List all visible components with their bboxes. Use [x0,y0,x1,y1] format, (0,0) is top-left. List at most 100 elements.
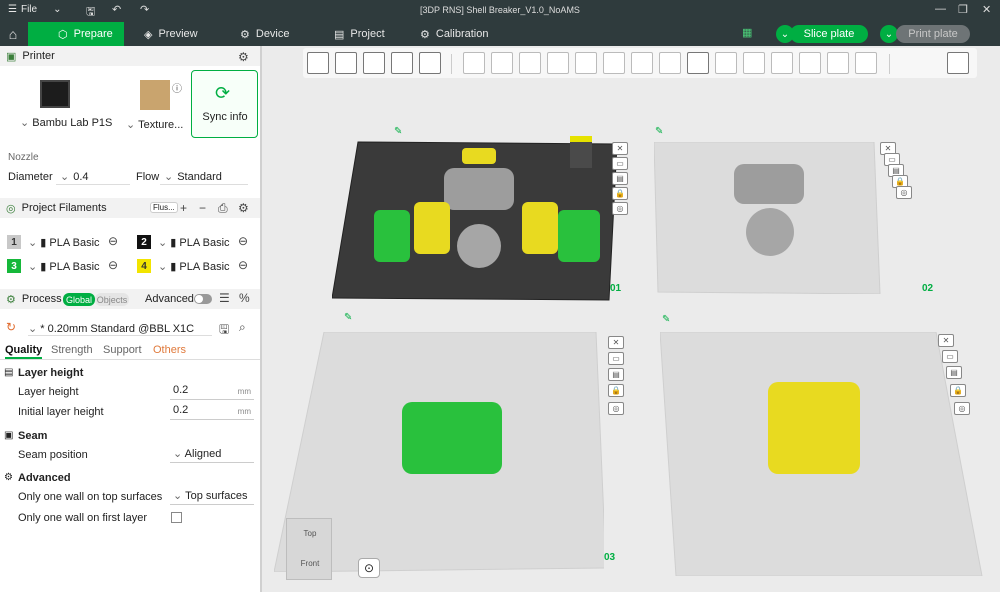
support-paint-icon[interactable] [631,52,653,74]
filament-1-select[interactable]: ⌄ ▮ PLA Basic [28,236,100,249]
layers-view-icon[interactable] [419,52,441,74]
home-icon[interactable]: ⌂ [0,22,26,46]
printer-thumbnail[interactable] [40,80,70,108]
tab-support[interactable]: Support [103,344,142,356]
filament-3-remove-icon[interactable]: ⊖ [108,258,118,272]
add-object-icon[interactable] [307,52,329,74]
plate-04-arrange-icon[interactable]: ▭ [942,350,958,363]
one-wall-top-select[interactable]: ⌄ Top surfaces [170,489,254,505]
printer-settings-gear-icon[interactable]: ⚙ [238,50,249,64]
tab-prepare[interactable]: ⬡ Prepare [28,22,124,46]
plate-03-settings-icon[interactable]: ◎ [608,402,624,415]
plate-settings-icon[interactable] [827,52,849,74]
initial-layer-height-input[interactable]: 0.2 mm [170,404,254,420]
plate-01-edit-icon[interactable]: ✎ [394,126,402,137]
filament-2-swatch[interactable]: 2 [137,235,151,249]
3d-canvas[interactable]: 01 ✎ ✕ ▭ ▤ 🔒 ◎ 02 ✎ ✕ ▭ ▤ 🔒 ◎ 03 ✎ ✕ ▭ ▤… [262,46,1000,592]
restore-icon[interactable]: ❐ [958,3,968,16]
color-paint-icon[interactable] [659,52,681,74]
filament-4-select[interactable]: ⌄ ▮ PLA Basic [158,260,230,273]
variable-layer-icon[interactable] [799,52,821,74]
auto-orient-icon[interactable] [363,52,385,74]
plate-03-lock-icon[interactable]: 🔒 [608,384,624,397]
plate-01-lock-icon[interactable]: 🔒 [612,187,628,200]
printer-selector[interactable]: ⌄ Bambu Lab P1S [20,116,112,129]
tab-calibration[interactable]: ⚙ Calibration [420,22,488,46]
print-plate-button[interactable]: Print plate [896,25,970,43]
tab-strength[interactable]: Strength [51,344,93,356]
plate-02[interactable] [654,142,884,294]
close-icon[interactable]: ✕ [982,3,991,16]
plate-04-lock-icon[interactable]: 🔒 [950,384,966,397]
filament-4-remove-icon[interactable]: ⊖ [238,258,248,272]
cut-icon[interactable] [575,52,597,74]
seam-position-select[interactable]: ⌄ Aligned [170,447,254,463]
minimize-icon[interactable]: — [935,3,946,15]
filament-3-select[interactable]: ⌄ ▮ PLA Basic [28,260,100,273]
ruler-icon[interactable] [855,52,877,74]
filament-1-remove-icon[interactable]: ⊖ [108,234,118,248]
tab-quality[interactable]: Quality [5,344,43,359]
percent-icon[interactable]: % [239,291,250,305]
advanced-toggle[interactable] [194,294,212,304]
lay-on-face-icon[interactable] [547,52,569,74]
plate-03-edit-icon[interactable]: ✎ [344,312,352,323]
plate-04-edit-icon[interactable]: ✎ [662,314,670,325]
process-profile-select[interactable]: ⌄ * 0.20mm Standard @BBL X1C [28,322,212,336]
save-profile-icon[interactable]: 🖫 [219,320,229,341]
nozzle-diameter-select[interactable]: ⌄ 0.4 [56,169,130,185]
remove-filament-icon[interactable]: − [199,201,206,215]
search-icon[interactable]: ⌕ [239,320,246,335]
plate-03-orient-icon[interactable]: ▤ [608,368,624,381]
plate-04-orient-icon[interactable]: ▤ [946,366,962,379]
arrange-icon[interactable] [391,52,413,74]
mesh-boolean-icon[interactable] [603,52,625,74]
flow-select[interactable]: ⌄ Standard [160,169,248,185]
tab-preview[interactable]: ◈ Preview [144,22,198,46]
one-wall-first-checkbox[interactable] [171,512,182,523]
plate-grid-icon[interactable]: ▦ [742,26,752,39]
view-cube[interactable]: Top Front [286,518,332,580]
plate-type-selector[interactable]: ⌄ Texture... [126,118,183,131]
measure-icon[interactable] [743,52,765,74]
assembly-icon[interactable] [715,52,737,74]
plate-02-settings-icon[interactable]: ◎ [896,186,912,199]
plate-03-close-icon[interactable]: ✕ [608,336,624,349]
rotate-icon[interactable] [491,52,513,74]
plate-texture-thumbnail[interactable] [140,80,170,110]
sync-info-button[interactable]: ⟳ Sync info [191,70,258,138]
plate-01[interactable] [332,136,632,306]
plate-01-settings-icon[interactable]: ◎ [612,202,628,215]
plate-01-close-icon[interactable]: ✕ [612,142,628,155]
tab-others[interactable]: Others [153,344,186,356]
add-filament-icon[interactable]: + [180,201,187,215]
tab-project[interactable]: ▤ Project [334,22,385,46]
tab-device[interactable]: ⚙ Device [240,22,290,46]
filament-1-swatch[interactable]: 1 [7,235,21,249]
global-toggle[interactable]: Global [63,293,95,306]
objects-toggle[interactable]: Objects [95,293,129,306]
scale-icon[interactable] [519,52,541,74]
filament-3-swatch[interactable]: 3 [7,259,21,273]
plate-03-arrange-icon[interactable]: ▭ [608,352,624,365]
stack-icon[interactable] [771,52,793,74]
plate-01-arrange-icon[interactable]: ▭ [612,157,628,170]
layer-height-input[interactable]: 0.2 mm [170,384,254,400]
plate-04-settings-icon[interactable]: ◎ [954,402,970,415]
focus-view-icon[interactable]: ⊙ [358,558,380,578]
slice-plate-button[interactable]: Slice plate [790,25,868,43]
plate-04[interactable] [660,332,984,576]
text-icon[interactable] [687,52,709,74]
grid-add-icon[interactable] [335,52,357,74]
view-cube-top[interactable]: Top [287,529,333,538]
list-icon[interactable]: ☰ [219,291,230,305]
explode-view-icon[interactable] [947,52,969,74]
filament-2-select[interactable]: ⌄ ▮ PLA Basic [158,236,230,249]
plate-04-close-icon[interactable]: ✕ [938,334,954,347]
view-cube-front[interactable]: Front [287,559,333,568]
filament-4-swatch[interactable]: 4 [137,259,151,273]
move-icon[interactable] [463,52,485,74]
plate-01-orient-icon[interactable]: ▤ [612,172,628,185]
reset-icon[interactable]: ↻ [6,320,16,334]
filament-settings-gear-icon[interactable]: ⚙ [238,201,249,215]
